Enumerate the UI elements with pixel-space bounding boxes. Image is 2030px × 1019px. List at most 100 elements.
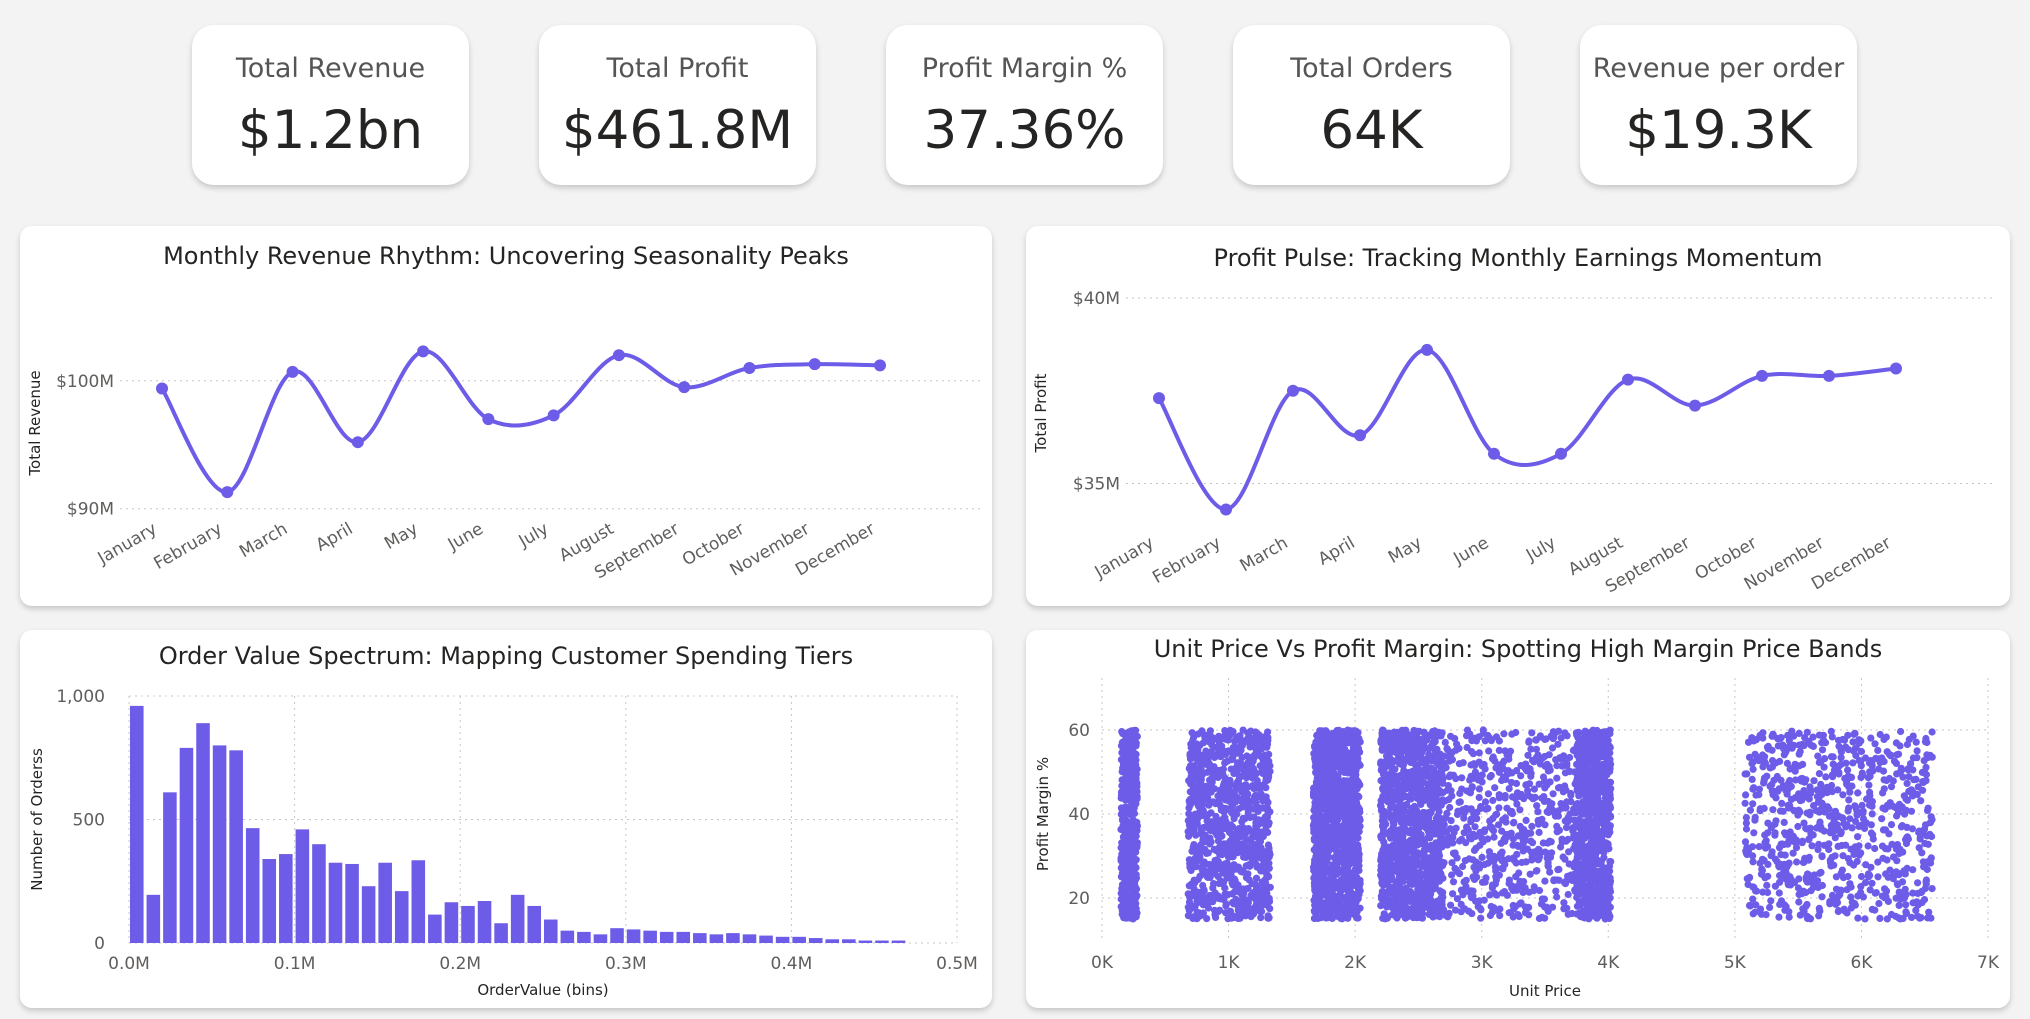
scatter-point — [1263, 737, 1271, 745]
scatter-point — [1187, 762, 1195, 770]
scatter-point — [1206, 873, 1214, 881]
scatter-point — [1477, 906, 1485, 914]
scatter-point — [1475, 793, 1483, 802]
scatter-point — [1592, 844, 1600, 852]
scatter-point — [1216, 766, 1225, 774]
scatter-point — [1598, 834, 1606, 842]
histogram-bar — [544, 919, 558, 943]
scatter-point — [1198, 770, 1206, 778]
scatter-point — [1520, 795, 1528, 803]
price-margin-scatter-card[interactable]: Unit Price Vs Profit Margin: Spotting Hi… — [1026, 630, 2010, 1008]
scatter-point — [1577, 818, 1585, 827]
data-point — [1287, 384, 1299, 397]
scatter-point — [1209, 734, 1217, 742]
scatter-point — [1550, 877, 1558, 885]
scatter-point — [1223, 782, 1231, 790]
scatter-point — [1310, 907, 1318, 915]
scatter-point — [1480, 729, 1488, 737]
histogram-bar — [477, 901, 492, 943]
scatter-point — [1466, 786, 1474, 794]
x-tick-label: February — [151, 519, 226, 574]
scatter-point — [1430, 794, 1438, 802]
scatter-point — [1263, 894, 1272, 903]
histogram-bar — [494, 923, 508, 943]
scatter-point — [1517, 772, 1525, 780]
scatter-point — [1257, 914, 1265, 922]
scatter-point — [1319, 848, 1327, 856]
scatter-point — [1411, 856, 1419, 864]
scatter-point — [1504, 855, 1513, 863]
scatter-point — [1602, 746, 1610, 754]
scatter-point — [1335, 726, 1343, 734]
kpi-value: 64K — [1320, 100, 1423, 161]
scatter-point — [1485, 747, 1493, 755]
scatter-point — [1564, 835, 1572, 843]
scatter-point — [1468, 748, 1476, 756]
scatter-point — [1343, 843, 1351, 851]
x-tick-label: 0.5M — [936, 954, 978, 974]
histogram-bar — [196, 723, 210, 943]
scatter-point — [1333, 870, 1341, 878]
scatter-point — [1442, 813, 1450, 822]
scatter-point — [1492, 733, 1501, 741]
scatter-point — [1352, 899, 1360, 907]
scatter-point — [1384, 913, 1392, 921]
scatter-point — [1536, 732, 1544, 740]
revenue-line-chart-card[interactable]: Monthly Revenue Rhythm: Uncovering Seaso… — [20, 226, 992, 606]
x-tick-label: 4K — [1597, 953, 1620, 973]
x-tick-label: 2K — [1344, 953, 1367, 973]
scatter-point — [1527, 772, 1535, 780]
scatter-point — [1219, 734, 1227, 742]
scatter-point — [1224, 853, 1232, 861]
scatter-point — [1431, 912, 1439, 920]
scatter-point — [1453, 740, 1461, 748]
scatter-point — [1515, 912, 1523, 921]
scatter-point — [1590, 804, 1598, 812]
scatter-point — [1193, 820, 1201, 828]
scatter-point — [1541, 762, 1549, 770]
scatter-point — [1485, 734, 1494, 742]
scatter-point — [1503, 804, 1511, 812]
scatter-point — [1564, 890, 1572, 899]
scatter-point — [1589, 790, 1597, 798]
scatter-point — [1451, 864, 1459, 872]
scatter-point — [1555, 826, 1563, 834]
scatter-point — [1387, 737, 1395, 745]
scatter-point — [1500, 730, 1508, 738]
histogram-bar — [328, 862, 343, 943]
scatter-point — [1528, 822, 1536, 830]
scatter-point — [1255, 816, 1263, 824]
scatter-point — [1423, 763, 1431, 771]
scatter-point — [1488, 755, 1497, 763]
histogram-bar — [444, 902, 459, 943]
scatter-point — [1539, 773, 1548, 781]
scatter-point — [1262, 879, 1270, 887]
scatter-point — [1409, 914, 1417, 922]
scatter-point — [1341, 819, 1349, 827]
profit-line-chart-card[interactable]: Profit Pulse: Tracking Monthly Earnings … — [1026, 226, 2010, 606]
scatter-point — [1234, 826, 1242, 834]
scatter-point — [1214, 792, 1222, 800]
scatter-point — [1238, 765, 1246, 773]
order-value-histogram-card[interactable]: Order Value Spectrum: Mapping Customer S… — [20, 630, 992, 1008]
scatter-point — [1263, 763, 1271, 771]
scatter-point — [1214, 864, 1222, 872]
histogram-bar — [891, 940, 906, 943]
scatter-point — [1342, 781, 1350, 789]
scatter-point — [1328, 914, 1336, 922]
scatter-point — [1575, 728, 1583, 736]
scatter-point — [1522, 816, 1530, 824]
scatter-point — [1316, 767, 1324, 775]
scatter-point — [1490, 827, 1498, 835]
scatter-point — [1237, 912, 1245, 920]
scatter-point — [1398, 739, 1406, 747]
scatter-point — [1131, 821, 1139, 829]
scatter-point — [1402, 801, 1410, 809]
data-point — [1890, 362, 1902, 375]
kpi-label: Total Profit — [606, 53, 749, 84]
scatter-point — [1914, 879, 1922, 887]
scatter-point — [1534, 808, 1542, 816]
x-tick-label: May — [1385, 533, 1425, 568]
scatter-point — [1563, 732, 1571, 740]
scatter-point — [1427, 890, 1435, 898]
